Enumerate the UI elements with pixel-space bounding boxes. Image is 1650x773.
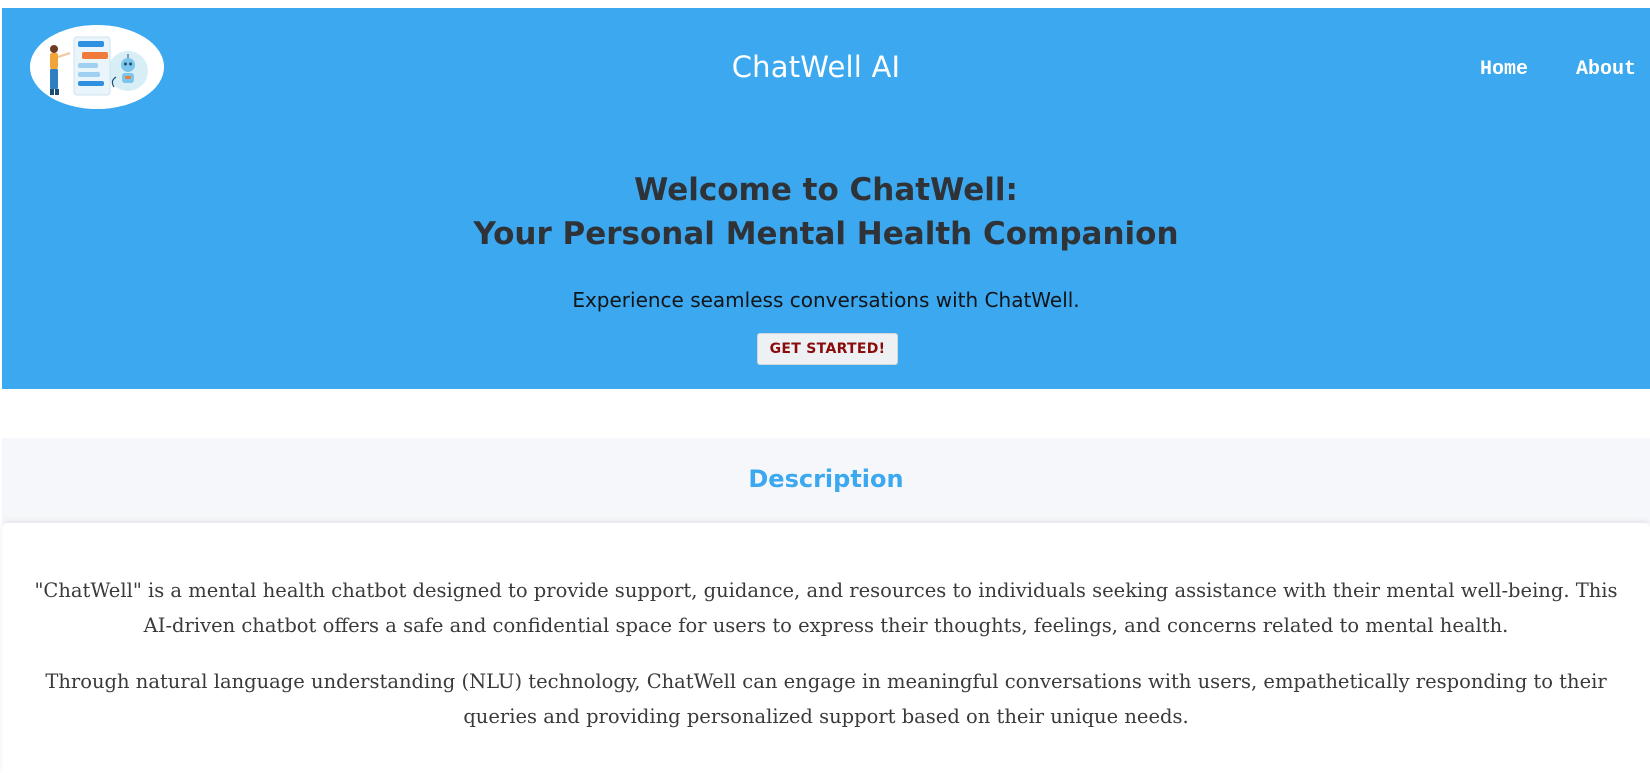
- description-card: "ChatWell" is a mental health chatbot de…: [2, 523, 1650, 773]
- get-started-button[interactable]: GET STARTED!: [757, 333, 898, 365]
- top-nav: Home About: [1480, 58, 1650, 81]
- description-paragraph-1: "ChatWell" is a mental health chatbot de…: [34, 579, 1618, 637]
- hero-title-line1: Welcome to ChatWell:: [634, 172, 1018, 208]
- description-heading: Description: [748, 465, 904, 493]
- nav-link-home[interactable]: Home: [1480, 58, 1528, 81]
- hero-header: ChatWell AI Home About Welcome to ChatWe…: [2, 8, 1650, 389]
- hero-subtitle: Experience seamless conversations with C…: [572, 288, 1080, 312]
- description-paragraph-2: Through natural language understanding (…: [45, 670, 1607, 728]
- hero-title: Welcome to ChatWell: Your Personal Menta…: [2, 168, 1650, 256]
- hero-title-line2: Your Personal Mental Health Companion: [473, 216, 1179, 252]
- description-header-band: Description: [2, 438, 1650, 523]
- nav-link-about[interactable]: About: [1576, 58, 1636, 81]
- brand-title: ChatWell AI: [731, 50, 901, 84]
